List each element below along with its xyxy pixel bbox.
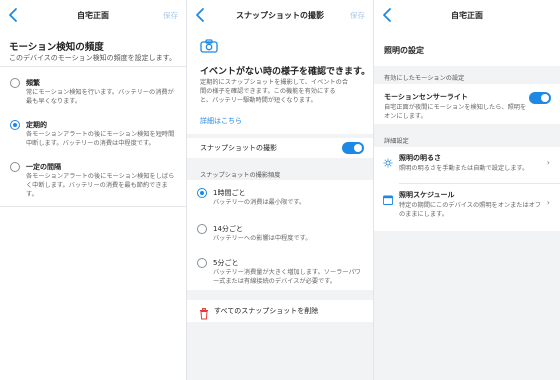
section-label-motion: 有効にしたモーションの設定 (384, 75, 465, 82)
radio-hourly[interactable] (197, 188, 207, 198)
option-interval[interactable]: 一定の間隔 各モーションアラートの後にモーション検知をしばら く中断します。バッ… (0, 160, 186, 204)
section-heading: モーション検知の頻度 (9, 42, 104, 53)
motion-light-desc-line1: 自宅正面が夜間にモーションを検知したら、照明を (384, 104, 527, 111)
schedule-title: 照明スケジュール (399, 191, 455, 199)
option-title: 定期的 (26, 121, 47, 129)
option-desc: バッテリーの消費は最小限です。 (213, 199, 306, 206)
delete-all-snapshots[interactable]: すべてのスナップショットを削除 (214, 306, 318, 316)
option-14min[interactable]: 14分ごと バッテリーへの影響は中程度です。 (187, 222, 373, 248)
save-button[interactable]: 保存 (163, 10, 178, 21)
trash-icon (199, 305, 209, 320)
motion-light-title: モーションセンサーライト (384, 93, 468, 101)
option-periodic[interactable]: 定期的 各モーションアラートの後にモーション検知を短時間 中断します。バッテリー… (0, 118, 186, 154)
sun-icon (383, 153, 393, 168)
snapshot-toggle-row: スナップショットの撮影 (187, 138, 373, 158)
radio-frequent[interactable] (10, 78, 20, 88)
motion-light-toggle[interactable] (529, 92, 551, 104)
save-button[interactable]: 保存 (350, 10, 365, 21)
radio-periodic[interactable] (10, 120, 20, 130)
camera-icon (200, 38, 218, 53)
info-line1: 定期的にスナップショットを撮影して、イベントの合 (200, 79, 349, 86)
calendar-icon (383, 190, 393, 205)
learn-more-link[interactable]: 詳細はこちら (200, 116, 242, 126)
option-5min[interactable]: 5分ごと バッテリー消費量が大きく増加します。ソーラーパワ ー式または有線接続の… (187, 256, 373, 288)
back-chevron-icon[interactable] (191, 5, 211, 25)
radio-14min[interactable] (197, 224, 207, 234)
info-description: 定期的にスナップショットを撮影して、イベントの合 間の様子を確認できます。この機… (200, 78, 366, 105)
option-title: 14分ごと (213, 225, 243, 233)
chevron-right-icon: › (546, 158, 550, 167)
snapshot-toggle[interactable] (342, 142, 364, 154)
option-title: 1時間ごと (213, 189, 246, 197)
page-title: 自宅正面 (77, 11, 109, 20)
schedule-row[interactable]: 照明スケジュール 特定の期間にこのデバイスの照明をオンまたはオフ のままにします… (374, 184, 560, 230)
info-line3: と、バッテリー駆動時間が短くなります。 (200, 97, 317, 104)
divider (0, 66, 186, 67)
divider (0, 206, 186, 207)
radio-5min[interactable] (197, 258, 207, 268)
option-desc-line1: 各モーションアラートの後にモーション検知をしばら (26, 173, 175, 180)
frequency-options: 1時間ごと バッテリーの消費は最小限です。 14分ごと バッテリーへの影響は中程… (187, 180, 373, 290)
option-title: 頻繁 (26, 79, 40, 87)
option-desc: バッテリーへの影響は中程度です。 (213, 235, 312, 242)
back-chevron-icon[interactable] (378, 5, 398, 25)
brightness-desc: 照明の明るさを手動または自動で設定します。 (399, 165, 529, 172)
option-desc-line2: く中断します。バッテリーの消費を最も節約できま (26, 182, 168, 189)
page-title: スナップショットの撮影 (236, 11, 324, 20)
top-bar: 自宅正面 保存 (0, 0, 186, 32)
section-description: このデバイスのモーション検知の頻度を設定します。 (9, 54, 176, 62)
schedule-desc-line1: 特定の期間にこのデバイスの照明をオンまたはオフ (399, 202, 542, 209)
schedule-desc-line2: のままにします。 (399, 211, 448, 218)
motion-light-row: モーションセンサーライト 自宅正面が夜間にモーションを検知したら、照明を オンに… (374, 84, 560, 124)
delete-row[interactable]: すべてのスナップショットを削除 (187, 300, 373, 322)
lighting-settings-screen: 自宅正面 照明の設定 有効にしたモーションの設定 モーションセンサーライト 自宅… (374, 0, 560, 380)
motion-frequency-screen: 自宅正面 保存 モーション検知の頻度 このデバイスのモーション検知の頻度を設定し… (0, 0, 186, 380)
advanced-list: 照明の明るさ 照明の明るさを手動または自動で設定します。 › 照明スケジュール … (374, 147, 560, 231)
brightness-row[interactable]: 照明の明るさ 照明の明るさを手動または自動で設定します。 › (374, 147, 560, 183)
option-desc-line3: す。 (26, 191, 38, 198)
back-chevron-icon[interactable] (4, 5, 24, 25)
option-title: 5分ごと (213, 259, 239, 267)
page-title: 自宅正面 (451, 11, 483, 20)
option-hourly[interactable]: 1時間ごと バッテリーの消費は最小限です。 (187, 186, 373, 212)
option-desc-line1: バッテリー消費量が大きく増加します。ソーラーパワ (213, 269, 361, 276)
info-title: イベントがない時の様子を確認できます。 (200, 67, 371, 77)
toggle-label: スナップショットの撮影 (200, 144, 277, 152)
radio-interval[interactable] (10, 162, 20, 172)
brightness-title: 照明の明るさ (399, 154, 441, 162)
top-bar: 自宅正面 (374, 0, 560, 32)
info-line2: 間の様子を確認できます。この機能を有効にする (200, 88, 336, 95)
section-label-advanced: 詳細設定 (384, 138, 409, 145)
section-heading: 照明の設定 (384, 46, 424, 55)
option-desc-line1: 常にモーション検知を行います。バッテリーの消費が (26, 89, 174, 96)
snapshot-screen: スナップショットの撮影 保存 イベントがない時の様子を確認できます。 定期的にス… (187, 0, 373, 380)
option-desc-line2: ー式または有線接続のデバイスが必要です。 (213, 278, 336, 285)
frequency-section-label: スナップショットの撮影頻度 (200, 172, 281, 179)
option-desc-line1: 各モーションアラートの後にモーション検知を短時間 (26, 131, 175, 138)
top-bar: スナップショットの撮影 保存 (187, 0, 373, 32)
option-desc-line2: 中断します。バッテリーの消費は中程度です。 (26, 140, 155, 147)
option-title: 一定の間隔 (26, 163, 61, 171)
option-desc-line2: 最も早くなります。 (26, 98, 82, 105)
chevron-right-icon: › (546, 198, 550, 207)
option-frequent[interactable]: 頻繁 常にモーション検知を行います。バッテリーの消費が 最も早くなります。 (0, 76, 186, 112)
motion-light-desc-line2: オンにします。 (384, 113, 427, 120)
